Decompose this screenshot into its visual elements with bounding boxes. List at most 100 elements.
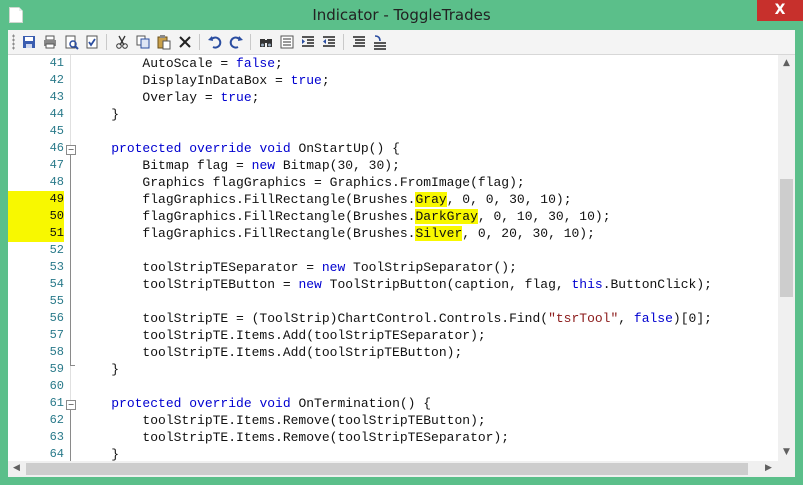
code-text: protected override void OnTermination() …	[80, 395, 431, 412]
outdent-button[interactable]	[320, 33, 337, 50]
string-token: "tsrTool"	[548, 311, 619, 326]
code-token: )[0];	[672, 311, 712, 326]
code-line[interactable]: 59 }	[8, 361, 778, 378]
line-number: 45	[49, 124, 64, 138]
code-token: Bitmap(30, 30);	[275, 158, 400, 173]
horizontal-scroll-thumb[interactable]	[26, 463, 748, 475]
replace-button[interactable]	[278, 33, 295, 50]
code-line[interactable]: 62 toolStripTE.Items.Remove(toolStripTEB…	[8, 412, 778, 429]
code-line[interactable]: 47 Bitmap flag = new Bitmap(30, 30);	[8, 157, 778, 174]
delete-button[interactable]	[176, 33, 193, 50]
code-token: ;	[251, 90, 260, 105]
code-line[interactable]: 57 toolStripTE.Items.Add(toolStripTESepa…	[8, 327, 778, 344]
code-line[interactable]: 46 protected override void OnStartUp() {	[8, 140, 778, 157]
line-number: 56	[49, 311, 64, 325]
uncomment-button[interactable]	[371, 33, 388, 50]
find-icon	[259, 38, 272, 47]
code-line[interactable]: 48 Graphics flagGraphics = Graphics.From…	[8, 174, 778, 191]
keyword-token: new	[298, 277, 322, 292]
code-token: ToolStripButton(caption, flag,	[321, 277, 572, 292]
vertical-scroll-thumb[interactable]	[780, 179, 793, 297]
comment-button[interactable]	[350, 33, 367, 50]
scroll-down-icon[interactable]: ▼	[778, 447, 795, 457]
undo-button[interactable]	[206, 33, 223, 50]
compile-button[interactable]	[83, 33, 100, 50]
code-text: toolStripTEButton = new ToolStripButton(…	[80, 276, 712, 293]
code-token: DisplayInDataBox =	[80, 73, 291, 88]
code-text: flagGraphics.FillRectangle(Brushes.DarkG…	[80, 208, 611, 225]
code-line[interactable]: 43 Overlay = true;	[8, 89, 778, 106]
close-button[interactable]: X	[757, 0, 803, 21]
code-line[interactable]: 61 protected override void OnTermination…	[8, 395, 778, 412]
print-preview-button[interactable]	[62, 33, 79, 50]
app-window: Indicator - ToggleTrades X 41 AutoScale …	[0, 0, 803, 485]
vertical-scrollbar[interactable]: ▲ ▼	[778, 55, 795, 461]
code-line[interactable]: 51 flagGraphics.FillRectangle(Brushes.Si…	[8, 225, 778, 242]
code-line[interactable]: 55	[8, 293, 778, 310]
cut-button[interactable]	[113, 33, 130, 50]
highlighted-token: Silver	[415, 226, 463, 241]
code-line[interactable]: 54 toolStripTEButton = new ToolStripButt…	[8, 276, 778, 293]
copy-icon	[136, 35, 149, 48]
line-number: 51	[8, 225, 64, 242]
highlighted-token: Gray	[415, 192, 447, 207]
code-line[interactable]: 64 }	[8, 446, 778, 461]
code-token: .ButtonClick);	[602, 277, 712, 292]
line-number: 49	[8, 191, 64, 208]
code-text: }	[80, 106, 119, 123]
find-button[interactable]	[257, 33, 274, 50]
code-token: flagGraphics.FillRectangle(Brushes.	[80, 192, 416, 207]
paste-button[interactable]	[155, 33, 172, 50]
code-line[interactable]: 41 AutoScale = false;	[8, 55, 778, 72]
scroll-up-icon[interactable]: ▲	[778, 58, 795, 68]
toolbar-separator	[199, 34, 200, 50]
keyword-token: protected override void	[111, 141, 291, 156]
code-line[interactable]: 45	[8, 123, 778, 140]
code-token: }	[80, 107, 120, 122]
keyword-token: true	[220, 90, 252, 105]
scroll-left-icon[interactable]: ◀	[8, 463, 25, 473]
print-button[interactable]	[41, 33, 58, 50]
code-line[interactable]: 49 flagGraphics.FillRectangle(Brushes.Gr…	[8, 191, 778, 208]
redo-button[interactable]	[227, 33, 244, 50]
line-number: 46	[49, 141, 64, 155]
title-bar[interactable]: Indicator - ToggleTrades X	[0, 0, 803, 30]
toolbar-grip[interactable]	[12, 34, 15, 50]
indent-button[interactable]	[299, 33, 316, 50]
keyword-token: this	[571, 277, 603, 292]
save-button[interactable]	[20, 33, 37, 50]
redo-icon	[229, 35, 243, 49]
delete-icon	[178, 35, 191, 48]
code-line[interactable]: 52	[8, 242, 778, 259]
copy-button[interactable]	[134, 33, 151, 50]
code-line[interactable]: 44 }	[8, 106, 778, 123]
code-token: AutoScale =	[80, 56, 237, 71]
code-editor[interactable]: 41 AutoScale = false; 42 DisplayInDataBox…	[8, 55, 778, 461]
horizontal-scrollbar[interactable]: ◀ ▶	[8, 461, 778, 477]
code-token: toolStripTEButton =	[80, 277, 299, 292]
code-token: }	[80, 447, 120, 461]
code-line[interactable]: 42 DisplayInDataBox = true;	[8, 72, 778, 89]
code-token: Overlay =	[80, 90, 221, 105]
code-line[interactable]: 58 toolStripTE.Items.Add(toolStripTEButt…	[8, 344, 778, 361]
code-line[interactable]: 60	[8, 378, 778, 395]
line-number: 59	[49, 362, 64, 376]
scroll-right-icon[interactable]: ▶	[760, 463, 777, 473]
line-number: 48	[49, 175, 64, 189]
code-line[interactable]: 53 toolStripTESeparator = new ToolStripS…	[8, 259, 778, 276]
code-text: toolStripTE.Items.Add(toolStripTESeparat…	[80, 327, 485, 344]
toolbar-separator	[343, 34, 344, 50]
fold-toggle[interactable]: −	[66, 145, 76, 155]
code-line[interactable]: 50 flagGraphics.FillRectangle(Brushes.Da…	[8, 208, 778, 225]
fold-toggle[interactable]: −	[66, 400, 76, 410]
code-text: flagGraphics.FillRectangle(Brushes.Silve…	[80, 225, 595, 242]
line-number: 44	[49, 107, 64, 121]
line-number: 43	[49, 90, 64, 104]
code-line[interactable]: 63 toolStripTE.Items.Remove(toolStripTES…	[8, 429, 778, 446]
code-token: , 0, 10, 30, 10);	[477, 209, 611, 224]
line-number: 61	[49, 396, 64, 410]
code-token: ToolStripSeparator();	[345, 260, 517, 275]
code-line[interactable]: 56 toolStripTE = (ToolStrip)ChartControl…	[8, 310, 778, 327]
